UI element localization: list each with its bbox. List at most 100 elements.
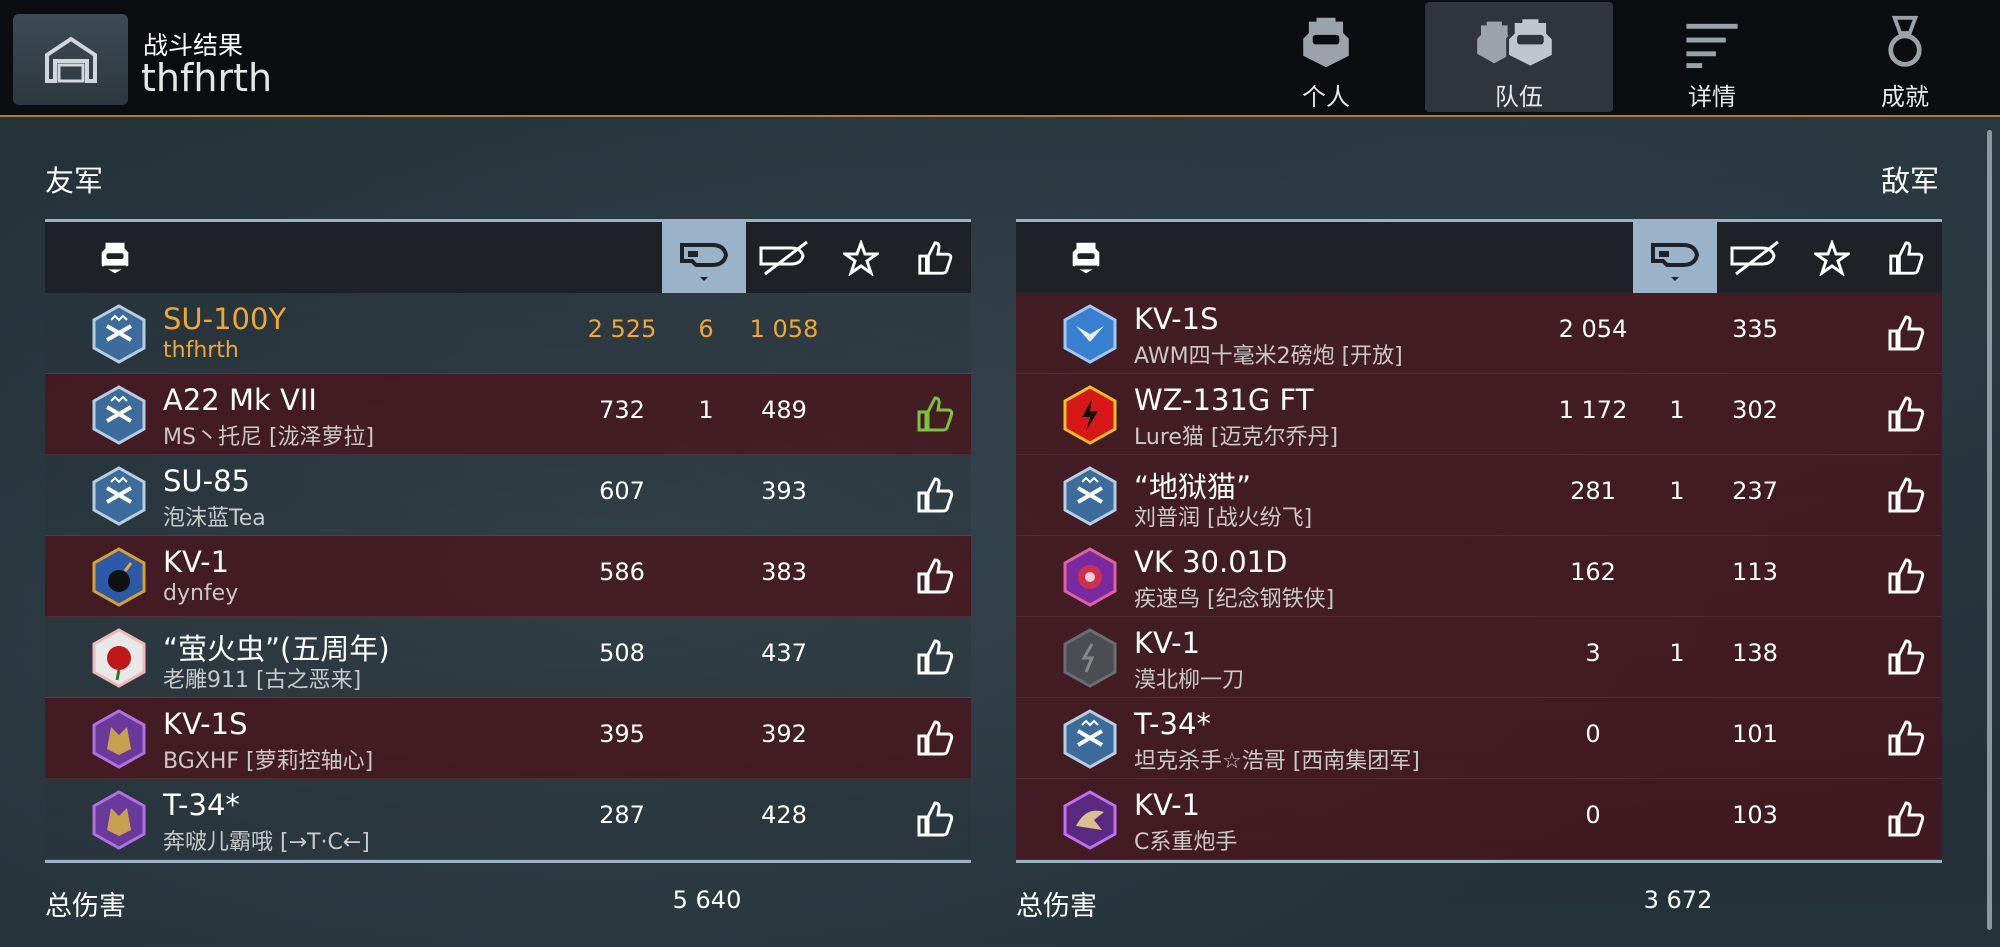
tab-label: 详情	[1688, 83, 1736, 111]
player-name: 漠北柳一刀	[1134, 668, 1245, 693]
player-name: thfhrth	[141, 56, 273, 100]
damage-value: 395	[599, 720, 645, 748]
tank-name: T-34*	[1134, 707, 1211, 741]
kills-value: 1	[698, 396, 714, 424]
kills-value: 6	[698, 315, 714, 343]
table-footer-line	[45, 860, 971, 863]
kills-value: 1	[1669, 639, 1685, 667]
damage-value: 0	[1585, 720, 1601, 748]
score-value: 103	[1732, 801, 1778, 829]
thumbs-up-icon[interactable]	[915, 718, 955, 758]
thumbs-up-icon[interactable]	[915, 799, 955, 839]
like-column-icon	[1869, 222, 1942, 293]
thumbs-up-icon[interactable]	[1886, 313, 1926, 353]
team-icon	[1477, 16, 1555, 69]
garage-button[interactable]	[13, 14, 128, 105]
damage-value: 732	[599, 396, 645, 424]
enemy-rows: KV-1S AWM四十毫米2磅炮 [开放] 2 054 335 WZ-131G FT Lu…	[1016, 293, 1942, 860]
score-value: 1 058	[749, 315, 819, 343]
thumbs-up-icon[interactable]	[1886, 556, 1926, 596]
tab-personal[interactable]: 个人	[1232, 2, 1420, 112]
player-name: 老雕911 [古之恶来]	[163, 668, 362, 693]
enemy-title: 敌军	[1880, 164, 1939, 198]
header-bar: 战斗结果 thfhrth 个人 队伍 详情 成就	[0, 0, 2000, 117]
tank-badge-icon	[1062, 385, 1118, 445]
tank-column-icon	[90, 222, 140, 293]
score-value: 428	[761, 801, 807, 829]
tank-name: KV-1	[163, 545, 230, 579]
table-footer-line	[1016, 860, 1942, 863]
tank-name: KV-1	[1134, 788, 1201, 822]
table-row[interactable]: T-34* 坦克杀手☆浩哥 [西南集团军] 0 101	[1016, 698, 1942, 779]
kills-value: 1	[1669, 396, 1685, 424]
damage-value: 508	[599, 639, 645, 667]
table-row[interactable]: KV-1 C系重炮手 0 103	[1016, 779, 1942, 860]
player-name: 泡沫蓝Tea	[163, 506, 266, 531]
score-value: 437	[761, 639, 807, 667]
thumbs-up-icon[interactable]	[915, 637, 955, 677]
thumbs-up-icon[interactable]	[915, 556, 955, 596]
table-row[interactable]: SU-100Y thfhrth 2 525 6 1 058	[45, 293, 971, 374]
tank-name: T-34*	[163, 788, 240, 822]
score-value: 383	[761, 558, 807, 586]
thumbs-up-icon[interactable]	[1886, 718, 1926, 758]
thumbs-up-icon[interactable]	[1886, 637, 1926, 677]
player-name: 奔啵儿霸哦 [→T·C←]	[163, 830, 370, 855]
like-column-icon	[898, 222, 971, 293]
shell-icon	[1651, 242, 1700, 281]
damage-value: 2 054	[1558, 315, 1628, 343]
tank-badge-icon	[91, 790, 147, 850]
table-row[interactable]: KV-1S AWM四十毫米2磅炮 [开放] 2 054 335	[1016, 293, 1942, 374]
player-name: BGXHF [萝莉控轴心]	[163, 749, 374, 774]
tab-label: 成就	[1881, 83, 1929, 111]
table-row[interactable]: “地狱猫” 刘普润 [战火纷飞] 281 1 237	[1016, 455, 1942, 536]
tank-badge-icon	[91, 709, 147, 769]
tab-achievements[interactable]: 成就	[1811, 2, 1999, 112]
player-name: thfhrth	[163, 338, 239, 363]
enemy-table: KV-1S AWM四十毫米2磅炮 [开放] 2 054 335 WZ-131G FT Lu…	[1016, 219, 1942, 863]
score-value: 302	[1732, 396, 1778, 424]
thumbs-up-icon[interactable]	[1886, 799, 1926, 839]
medal-icon	[1888, 15, 1922, 67]
tab-details[interactable]: 详情	[1618, 2, 1806, 112]
table-row[interactable]: T-34* 奔啵儿霸哦 [→T·C←] 287 428	[45, 779, 971, 860]
damage-column-button[interactable]	[1633, 222, 1717, 293]
tank-badge-icon	[1062, 466, 1118, 526]
thumbs-up-icon[interactable]	[1886, 394, 1926, 434]
table-row[interactable]: A22 Mk VII MS丶托尼 [泷泽萝拉] 732 1 489	[45, 374, 971, 455]
player-name: Lure猫 [迈克尔乔丹]	[1134, 425, 1339, 450]
tab-team[interactable]: 队伍	[1425, 2, 1613, 112]
score-value: 392	[761, 720, 807, 748]
damage-column-button[interactable]	[662, 222, 746, 293]
table-row[interactable]: KV-1 漠北柳一刀 3 1 138	[1016, 617, 1942, 698]
damage-value: 607	[599, 477, 645, 505]
tank-badge-icon	[91, 547, 147, 607]
table-row[interactable]: KV-1 dynfey 586 383	[45, 536, 971, 617]
ally-rows: SU-100Y thfhrth 2 525 6 1 058 A22 Mk VII MS丶托尼…	[45, 293, 971, 860]
shell-icon	[680, 242, 729, 281]
tank-name: WZ-131G FT	[1134, 383, 1314, 417]
table-row[interactable]: WZ-131G FT Lure猫 [迈克尔乔丹] 1 172 1 302	[1016, 374, 1942, 455]
table-row[interactable]: SU-85 泡沫蓝Tea 607 393	[45, 455, 971, 536]
score-value: 237	[1732, 477, 1778, 505]
scrollbar[interactable]	[1987, 130, 1992, 930]
score-value: 113	[1732, 558, 1778, 586]
player-name: dynfey	[163, 581, 239, 606]
player-name: 刘普润 [战火纷飞]	[1134, 506, 1313, 531]
ally-total-label: 总伤害	[45, 891, 126, 922]
player-name: C系重炮手	[1134, 830, 1238, 855]
tank-badge-icon	[91, 628, 147, 688]
thumbs-up-icon[interactable]	[915, 475, 955, 515]
tank-name: KV-1S	[163, 707, 248, 741]
tank-name: KV-1S	[1134, 302, 1219, 336]
tank-badge-icon	[1062, 628, 1118, 688]
tank-name: VK 30.01D	[1134, 545, 1288, 579]
table-row[interactable]: “萤火虫”(五周年) 老雕911 [古之恶来] 508 437	[45, 617, 971, 698]
thumbs-up-icon[interactable]	[1886, 475, 1926, 515]
enemy-total-label: 总伤害	[1016, 891, 1097, 922]
table-row[interactable]: KV-1S BGXHF [萝莉控轴心] 395 392	[45, 698, 971, 779]
table-row[interactable]: VK 30.01D 疾速鸟 [纪念钢铁侠] 162 113	[1016, 536, 1942, 617]
star-icon	[1795, 222, 1869, 293]
thumbs-up-icon[interactable]	[915, 394, 955, 434]
damage-value: 287	[599, 801, 645, 829]
